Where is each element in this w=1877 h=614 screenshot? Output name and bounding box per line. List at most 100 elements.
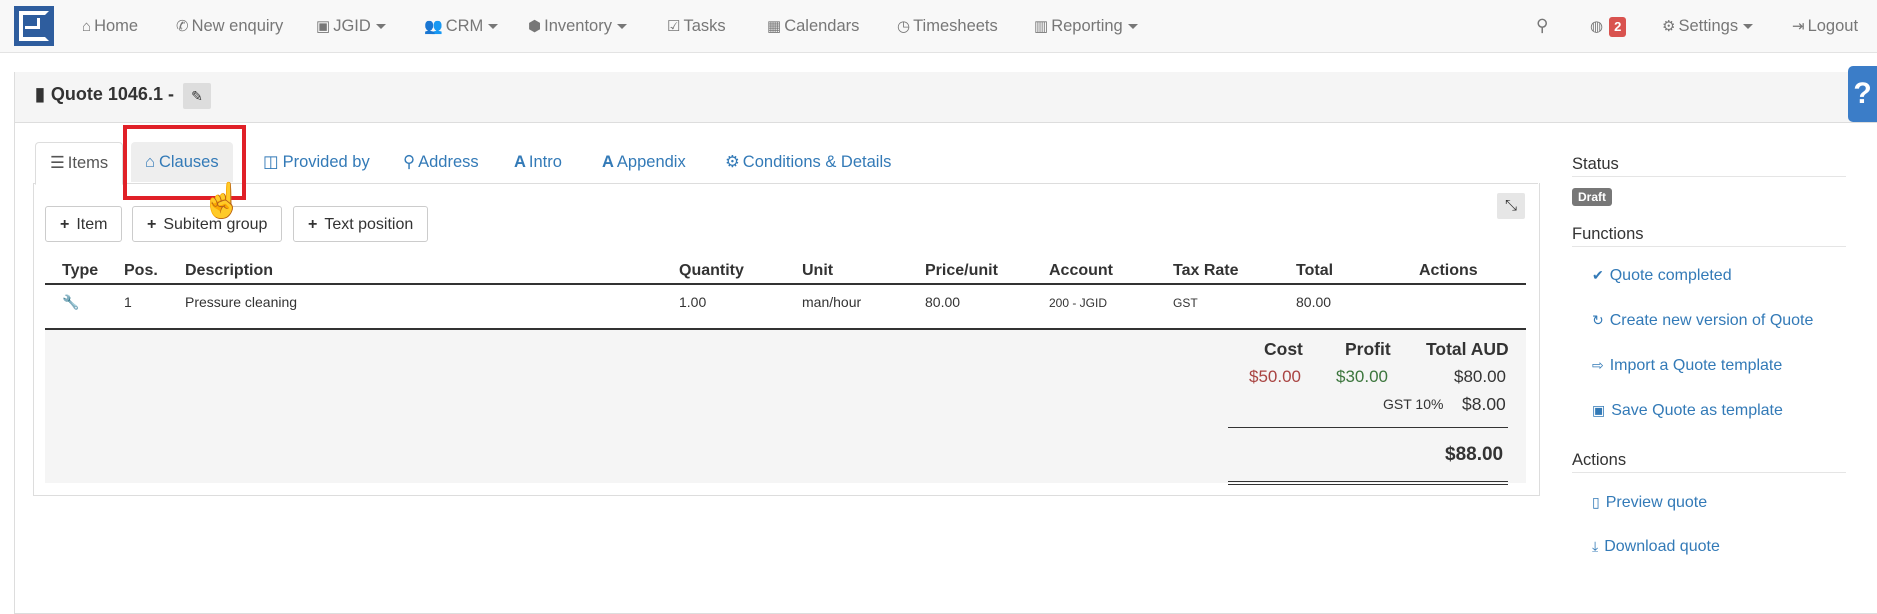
row-total: 80.00 [1296,294,1332,310]
save-as-template-link[interactable]: ▣ Save Quote as template [1592,402,1783,420]
compress-button[interactable]: ⤡ [1497,193,1525,219]
actions-heading: Actions [1572,451,1627,469]
gst-label: GST 10% [1383,396,1444,412]
map-marker-icon: ⚲ [403,153,416,171]
nav-jgid[interactable]: ▣ JGID [316,0,386,52]
nav-calendars[interactable]: ▦ Calendars [767,0,859,52]
tab-provided-by[interactable]: ◫ Provided by [263,142,370,182]
import-template-link[interactable]: ⇨ Import a Quote template [1592,357,1782,375]
row-description[interactable]: Pressure cleaning [185,294,297,310]
plus-icon: + [147,216,157,233]
caret-down-icon [1743,24,1754,30]
totals-summary [45,330,1526,483]
caret-down-icon [375,24,386,30]
tab-address[interactable]: ⚲ Address [403,142,479,182]
compress-icon: ⤡ [1504,197,1517,214]
logo-mark-inner [25,18,40,29]
caret-down-icon [616,24,627,30]
functions-divider [1572,246,1846,247]
col-description: Description [185,262,274,279]
caret-down-icon [488,24,499,30]
help-button[interactable]: ? [1848,66,1877,122]
file-icon: ▮ [35,84,45,104]
tab-intro[interactable]: A Intro [514,142,562,182]
quote-panel-header [15,72,1877,123]
col-price-unit: Price/unit [925,262,998,279]
users-icon: 👥 [424,18,443,35]
refresh-icon: ↻ [1592,312,1604,328]
status-divider [1572,176,1846,177]
list-icon: ☰ [50,154,65,172]
subtotal-divider [1228,427,1508,428]
nav-home[interactable]: ⌂ Home [82,0,138,52]
add-text-position-button[interactable]: + Text position [293,206,429,242]
caret-down-icon [1127,24,1138,30]
cost-value: $50.00 [1249,367,1301,386]
nav-new-enquiry[interactable]: ✆ New enquiry [176,0,283,52]
col-quantity: Quantity [679,262,744,279]
functions-heading: Functions [1572,225,1644,243]
notification-badge: 2 [1609,16,1627,37]
col-total: Total [1296,262,1334,279]
cubes-icon: ⬢ [528,18,542,35]
sign-in-icon: ⇨ [1592,357,1604,373]
add-item-button[interactable]: + Item [45,206,123,242]
nav-search[interactable]: ⚲ [1536,0,1551,52]
tab-conditions-details[interactable]: ⚙ Conditions & Details [725,142,891,182]
quote-completed-link[interactable]: ✔ Quote completed [1592,267,1732,285]
col-actions: Actions [1419,262,1478,279]
profit-label: Profit [1345,339,1391,359]
logout-icon: ⇥ [1792,18,1805,35]
col-tax-rate: Tax Rate [1173,262,1239,279]
phone-icon: ✆ [176,18,189,35]
wrench-icon: 🔧 [62,294,80,310]
nav-inventory[interactable]: ⬢ Inventory [528,0,627,52]
clock-icon: ◷ [897,18,911,35]
hand-cursor-icon: ☝ [201,182,244,220]
bar-chart-icon: ▥ [1034,18,1049,35]
edit-title-button[interactable]: ✎ [183,83,211,109]
create-new-version-link[interactable]: ↻ Create new version of Quote [1592,312,1813,330]
check-icon: ✔ [1592,267,1604,283]
app-logo[interactable] [14,6,54,46]
row-quantity[interactable]: 1.00 [679,294,706,310]
plus-icon: + [308,216,318,233]
nav-timesheets[interactable]: ◷ Timesheets [897,0,998,52]
font-icon: A [514,153,526,171]
status-badge: Draft [1572,188,1613,206]
table-header-divider [45,283,1526,285]
total-value: $80.00 [1454,367,1506,386]
nav-notifications[interactable]: ◍ 2 [1590,0,1627,52]
row-unit[interactable]: man/hour [802,294,861,310]
row-account[interactable]: 200 - JGID [1049,296,1107,310]
nav-tasks[interactable]: ☑ Tasks [667,0,726,52]
home-icon: ⌂ [82,18,92,35]
col-type: Type [62,262,99,279]
download-quote-link[interactable]: ⤓ Download quote [1592,538,1720,556]
grand-total-underline [1228,481,1508,482]
preview-quote-link[interactable]: ▯ Preview quote [1592,494,1707,512]
grand-total: $88.00 [1445,444,1504,465]
tab-appendix[interactable]: A Appendix [602,142,686,182]
download-icon: ⤓ [1592,538,1599,554]
columns-icon: ◫ [263,153,279,171]
row-price[interactable]: 80.00 [925,294,960,310]
nav-crm[interactable]: 👥 CRM [424,0,499,52]
nav-reporting[interactable]: ▥ Reporting [1034,0,1138,52]
nav-logout[interactable]: ⇥ Logout [1792,0,1858,52]
profit-value: $30.00 [1336,367,1388,386]
nav-settings[interactable]: ⚙ Settings [1662,0,1754,52]
pencil-icon: ✎ [191,88,203,104]
top-navbar: ⌂ Home ✆ New enquiry ▣ JGID 👥 CRM ⬢ Inventory… [0,0,1877,53]
tab-items[interactable]: ☰ Items [35,142,124,185]
grand-total-double-underline [1228,484,1508,485]
check-square-icon: ☑ [667,18,681,35]
row-tax[interactable]: GST [1173,296,1198,310]
col-account: Account [1049,262,1113,279]
save-icon: ▣ [1592,402,1606,418]
globe-icon: ◍ [1590,18,1604,35]
total-label: Total AUD [1426,339,1509,359]
cost-label: Cost [1264,339,1303,359]
col-pos: Pos. [124,262,158,279]
plus-icon: + [60,216,70,233]
